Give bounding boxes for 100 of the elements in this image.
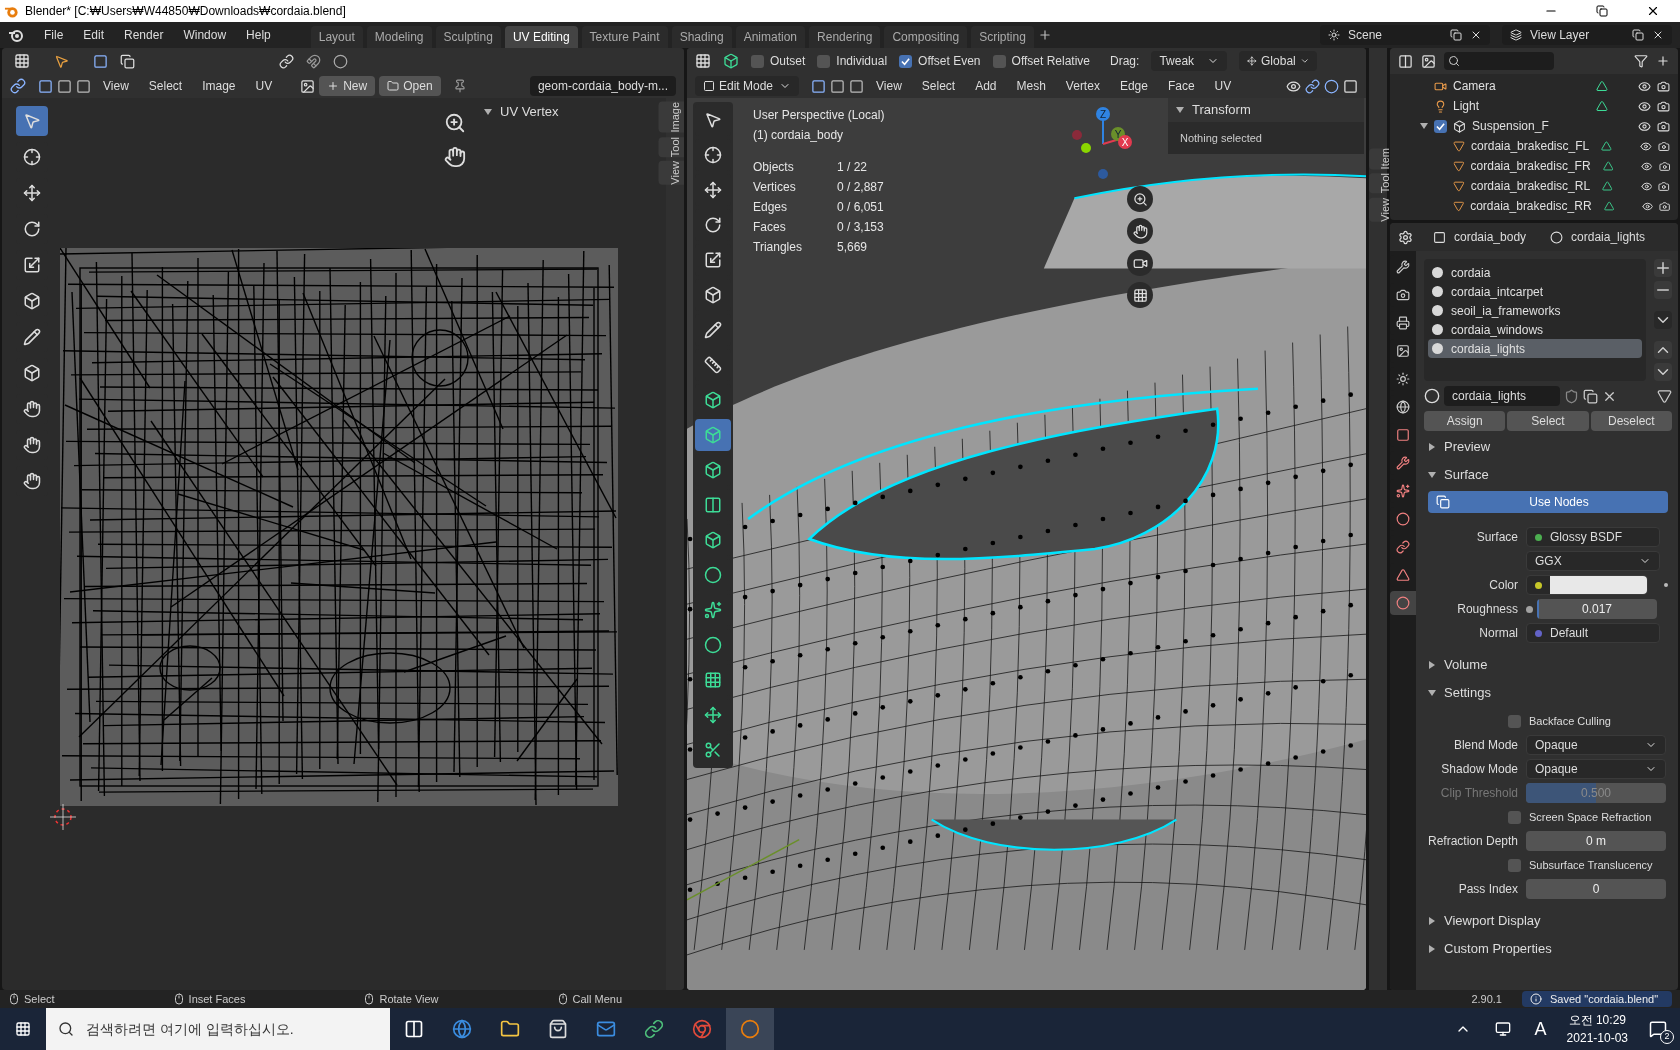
panel-header[interactable]: Preview <box>1424 435 1672 459</box>
workspace-tab[interactable]: Layout <box>310 26 363 48</box>
panel-header[interactable]: Viewport Display <box>1424 909 1672 933</box>
color-swatch[interactable] <box>1550 576 1647 594</box>
sidebar-tab[interactable]: Tool <box>658 136 684 157</box>
workspace-tab[interactable]: Rendering <box>809 26 881 48</box>
expanded-triangle-icon[interactable] <box>1176 106 1184 114</box>
socket-field[interactable]: Default <box>1526 623 1660 643</box>
orientation-dropdown[interactable]: Global <box>1239 51 1318 71</box>
workspace-tab[interactable]: Texture Paint <box>581 26 668 48</box>
panel-header[interactable]: Surface <box>1424 463 1672 487</box>
scene-field[interactable]: Scene <box>1320 25 1490 45</box>
uv-vertex-panel-header[interactable]: UV Vertex <box>484 102 559 122</box>
menu-item[interactable]: Edge <box>1111 76 1156 96</box>
expanded-triangle-icon[interactable] <box>1428 471 1436 479</box>
expanded-triangle-icon[interactable] <box>1420 122 1428 130</box>
menu-item[interactable]: View <box>95 76 137 96</box>
restore-icon[interactable] <box>1596 5 1608 17</box>
workspace-tab[interactable]: Compositing <box>884 26 968 48</box>
material-slot[interactable]: cordaia_intcarpet <box>1428 282 1642 301</box>
menu-item[interactable]: Help <box>238 26 279 44</box>
number-field[interactable]: 0 <box>1526 879 1666 899</box>
slot-action-button[interactable]: Deselect <box>1590 411 1672 431</box>
menu-item[interactable]: Add <box>967 76 1005 96</box>
specials-icon[interactable] <box>1654 311 1672 329</box>
outliner-row[interactable]: cordaia_brakedisc_FR <box>1390 156 1678 176</box>
checkbox[interactable] <box>899 54 913 68</box>
duplicate-icon[interactable] <box>1583 388 1598 404</box>
outliner-row[interactable]: cordaia_brakedisc_RL <box>1390 176 1678 196</box>
workspace-tab[interactable]: UV Editing <box>504 26 578 48</box>
menu-item[interactable]: File <box>36 26 72 44</box>
camera-icon[interactable] <box>1127 250 1153 276</box>
checkbox[interactable] <box>1508 858 1521 872</box>
image-name-field[interactable]: geom-cordaia_body-m... <box>529 76 676 96</box>
visibility-icon[interactable] <box>1638 119 1651 133</box>
material-name-field[interactable]: cordaia_lights <box>1444 386 1560 406</box>
grid-icon[interactable] <box>1127 282 1153 308</box>
close-icon[interactable] <box>1646 4 1660 18</box>
material-slot[interactable]: cordaia_lights <box>1428 339 1642 358</box>
open-image-button[interactable]: Open <box>379 76 441 96</box>
new-image-button[interactable]: New <box>319 76 376 96</box>
filter-icon[interactable] <box>1634 54 1648 68</box>
panel-header[interactable]: Volume <box>1424 653 1672 677</box>
outliner-row[interactable]: Light <box>1390 96 1678 116</box>
checkbox[interactable] <box>992 54 1006 68</box>
sidebar-tab[interactable]: Tool <box>1369 173 1387 194</box>
search-field[interactable] <box>1444 52 1554 70</box>
blender-logo-icon[interactable] <box>8 27 24 43</box>
workspace-tab[interactable]: Scripting <box>971 26 1034 48</box>
collapsed-triangle-icon[interactable] <box>1428 917 1436 925</box>
workspace-tab[interactable]: Modeling <box>366 26 432 48</box>
render-visibility-icon[interactable] <box>1658 199 1670 213</box>
move-down-icon[interactable] <box>1654 363 1672 381</box>
sidebar-tab[interactable]: Item <box>1369 148 1387 170</box>
collection-checkbox[interactable] <box>1434 119 1447 133</box>
menu-item[interactable]: Render <box>116 26 172 44</box>
dropdown[interactable]: Opaque <box>1526 735 1666 755</box>
menu-item[interactable]: Image <box>194 76 244 96</box>
menu-item[interactable]: Mesh <box>1008 76 1054 96</box>
slot-action-button[interactable]: Assign <box>1424 411 1506 431</box>
collapsed-triangle-icon[interactable] <box>1428 443 1436 451</box>
workspace-tab[interactable]: Shading <box>671 26 732 48</box>
outliner-row[interactable]: cordaia_brakedisc_FL <box>1390 136 1678 156</box>
editor-type-icon[interactable] <box>14 53 30 69</box>
pin-icon[interactable] <box>452 79 467 93</box>
visibility-icon[interactable] <box>1638 99 1651 113</box>
checkbox[interactable] <box>817 54 831 68</box>
slider-field[interactable]: 0.017 <box>1537 599 1657 619</box>
menu-item[interactable]: Edit <box>75 26 113 44</box>
drag-dropdown[interactable]: Tweak <box>1151 51 1228 71</box>
editor-type-icon[interactable] <box>695 53 711 69</box>
material-slot[interactable]: seoil_ia_frameworks <box>1428 301 1642 320</box>
outliner-row[interactable]: cordaia_brakedisc_RR <box>1390 196 1678 216</box>
add-workspace-icon[interactable] <box>1037 28 1052 42</box>
fake-user-icon[interactable] <box>1564 388 1579 404</box>
workspace-tab[interactable]: Sculpting <box>435 26 501 48</box>
select-box-icon[interactable] <box>54 53 69 69</box>
render-visibility-icon[interactable] <box>1658 179 1670 193</box>
sync-selection-icon[interactable] <box>10 78 26 94</box>
expanded-triangle-icon[interactable] <box>484 107 492 116</box>
visibility-icon[interactable] <box>1640 139 1653 153</box>
menu-item[interactable]: Select <box>140 76 191 96</box>
sidebar-tab[interactable]: View <box>658 160 684 185</box>
sidebar-tab[interactable]: Image <box>658 102 684 133</box>
render-visibility-icon[interactable] <box>1657 79 1670 93</box>
checkbox[interactable] <box>751 54 764 68</box>
menu-item[interactable]: Vertex <box>1057 76 1108 96</box>
editor-type-icon[interactable] <box>1398 229 1413 245</box>
visibility-icon[interactable] <box>1286 78 1301 94</box>
move-up-icon[interactable] <box>1654 341 1672 359</box>
render-visibility-icon[interactable] <box>1657 99 1670 113</box>
visibility-icon[interactable] <box>1638 79 1651 93</box>
dropdown[interactable]: GGX <box>1526 551 1660 571</box>
checkbox[interactable] <box>1508 714 1521 728</box>
select-cursor-icon[interactable] <box>16 106 48 136</box>
menu-item[interactable]: Window <box>175 26 235 44</box>
image-browse-icon[interactable] <box>300 78 316 94</box>
add-slot-icon[interactable] <box>1654 259 1672 277</box>
outliner-row[interactable]: Suspension_F <box>1390 116 1678 136</box>
view-layer-field[interactable]: View Layer <box>1502 25 1672 45</box>
